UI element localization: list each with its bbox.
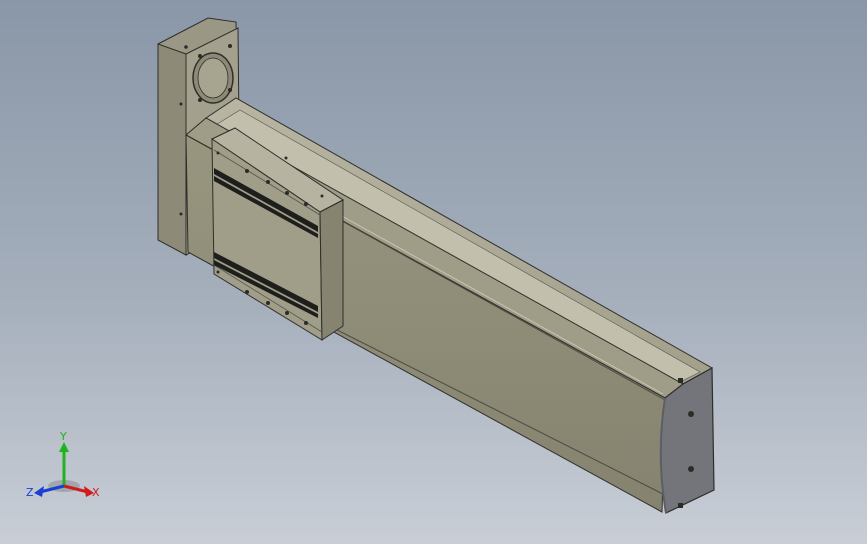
graphics-viewport[interactable]	[0, 0, 867, 544]
z-axis-arrowhead	[34, 486, 44, 497]
model-3d-view[interactable]	[0, 0, 867, 544]
triad-graphic: Y X Z	[26, 430, 100, 499]
x-axis-label: X	[92, 486, 100, 499]
z-axis-label: Z	[26, 486, 34, 499]
y-axis-label: Y	[59, 430, 67, 443]
y-axis-arrowhead	[59, 442, 69, 452]
orientation-triad[interactable]: Y X Z	[24, 428, 104, 508]
